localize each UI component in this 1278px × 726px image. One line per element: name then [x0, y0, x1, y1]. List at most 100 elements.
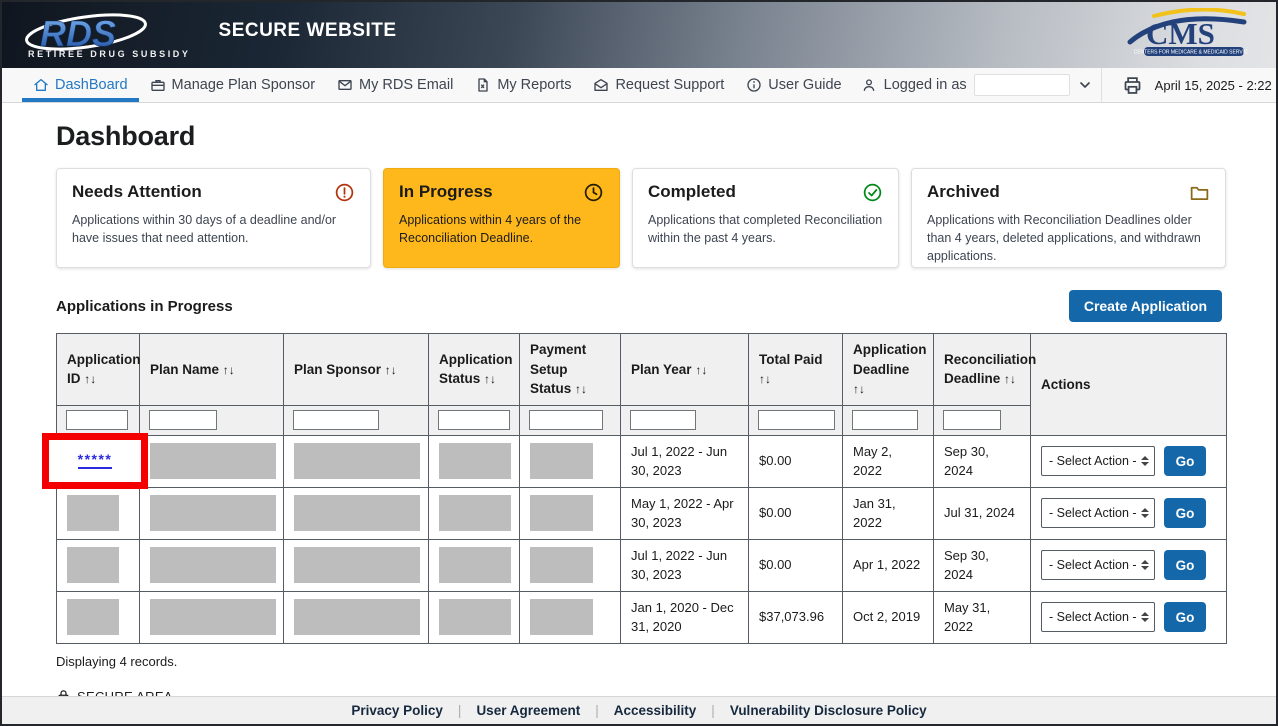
redacted-application-id	[67, 547, 119, 583]
filter-total-paid-input[interactable]	[758, 410, 835, 430]
sort-icon: ↑↓	[853, 382, 865, 396]
card-title: In Progress	[399, 182, 493, 202]
go-button[interactable]: Go	[1164, 498, 1206, 528]
datetime-display: April 15, 2025 - 2:22 PM	[1155, 78, 1278, 93]
column-header-application-deadline[interactable]: Application Deadline ↑↓	[843, 334, 934, 406]
main-content: Dashboard Needs Attention Applications w…	[2, 103, 1276, 696]
column-header-actions: Actions	[1031, 334, 1227, 436]
action-select[interactable]: - Select Action -	[1041, 550, 1155, 580]
select-spinner-icon	[1141, 560, 1149, 570]
cms-logo-subtitle: CENTERS FOR MEDICARE & MEDICAID SERVICES	[1134, 49, 1248, 55]
print-icon[interactable]	[1122, 75, 1143, 96]
card-description: Applications within 30 days of a deadlin…	[72, 212, 355, 248]
table-row: Jul 1, 2022 - Jun 30, 2023 $0.00 Apr 1, …	[57, 539, 1227, 591]
redacted-application-status	[439, 599, 511, 635]
action-select[interactable]: - Select Action -	[1041, 446, 1155, 476]
plan-year-cell: Jul 1, 2022 - Jun 30, 2023	[621, 539, 749, 591]
application-id-link[interactable]: *****	[78, 452, 113, 469]
plan-year-cell: May 1, 2022 - Apr 30, 2023	[621, 487, 749, 539]
filter-payment-setup-status-input[interactable]	[529, 410, 603, 430]
nav-item-request-support[interactable]: Request Support	[582, 68, 735, 102]
clock-icon	[583, 182, 604, 203]
nav-item-label: My RDS Email	[359, 77, 453, 93]
filter-application-id-input[interactable]	[66, 410, 128, 430]
select-spinner-icon	[1141, 612, 1149, 622]
total-paid-cell: $37,073.96	[749, 591, 843, 643]
footer-separator: |	[458, 703, 462, 718]
footer-link-accessibility[interactable]: Accessibility	[614, 703, 697, 718]
site-header: RDS RETIREE DRUG SUBSIDY SECURE WEBSITE …	[2, 2, 1276, 68]
redacted-plan-name	[150, 547, 276, 583]
select-spinner-icon	[1141, 508, 1149, 518]
card-title: Needs Attention	[72, 182, 202, 202]
rds-secure-website-window: RDS RETIREE DRUG SUBSIDY SECURE WEBSITE …	[0, 0, 1278, 726]
nav-item-manage-plan-sponsor[interactable]: Manage Plan Sponsor	[139, 68, 327, 102]
column-header-application-id[interactable]: Application ID ↑↓	[57, 334, 140, 406]
card-title: Completed	[648, 182, 736, 202]
nav-item-my-reports[interactable]: My Reports	[464, 68, 582, 102]
card-completed[interactable]: Completed Applications that completed Re…	[632, 168, 899, 268]
nav-item-label: My Reports	[497, 77, 571, 93]
column-header-plan-year[interactable]: Plan Year ↑↓	[621, 334, 749, 406]
filter-reconciliation-deadline-input[interactable]	[943, 410, 1001, 430]
application-deadline-cell: Oct 2, 2019	[843, 591, 934, 643]
filter-application-deadline-input[interactable]	[852, 410, 918, 430]
card-needs-attention[interactable]: Needs Attention Applications within 30 d…	[56, 168, 371, 268]
column-header-plan-name[interactable]: Plan Name ↑↓	[140, 334, 284, 406]
column-header-plan-sponsor[interactable]: Plan Sponsor ↑↓	[284, 334, 429, 406]
nav-item-user-guide[interactable]: User Guide	[735, 68, 852, 102]
filter-plan-year-input[interactable]	[630, 410, 696, 430]
sort-icon: ↑↓	[223, 363, 235, 377]
nav-item-dashboard[interactable]: DashBoard	[22, 68, 139, 102]
section-title: Applications in Progress	[56, 298, 233, 315]
filter-application-status-input[interactable]	[438, 410, 510, 430]
support-envelope-icon	[593, 77, 609, 93]
redacted-payment-setup-status	[530, 443, 593, 479]
redacted-plan-sponsor	[294, 599, 420, 635]
footer-link-user-agreement[interactable]: User Agreement	[476, 703, 580, 718]
redacted-plan-sponsor	[294, 443, 420, 479]
lock-icon	[56, 689, 71, 696]
go-button[interactable]: Go	[1164, 550, 1206, 580]
filter-plan-sponsor-input[interactable]	[293, 410, 379, 430]
card-description: Applications that completed Reconciliati…	[648, 212, 883, 248]
column-header-application-status[interactable]: Application Status ↑↓	[429, 334, 520, 406]
select-spinner-icon	[1141, 456, 1149, 466]
card-description: Applications with Reconciliation Deadlin…	[927, 212, 1210, 265]
create-application-button[interactable]: Create Application	[1069, 290, 1222, 322]
redacted-payment-setup-status	[530, 495, 593, 531]
envelope-icon	[337, 77, 353, 93]
redacted-application-id	[67, 495, 119, 531]
applications-section-header: Applications in Progress Create Applicat…	[56, 290, 1222, 322]
table-row: ***** Jul 1, 2022 - Jun 30, 2023 $0.00 M…	[57, 435, 1227, 487]
action-select[interactable]: - Select Action -	[1041, 498, 1155, 528]
nav-item-my-rds-email[interactable]: My RDS Email	[326, 68, 464, 102]
redacted-payment-setup-status	[530, 547, 593, 583]
table-row: Jan 1, 2020 - Dec 31, 2020 $37,073.96 Oc…	[57, 591, 1227, 643]
svg-text:CMS: CMS	[1146, 16, 1215, 51]
footer-link-privacy-policy[interactable]: Privacy Policy	[351, 703, 443, 718]
logged-in-user-select[interactable]	[974, 74, 1070, 96]
rds-logo-mark: RDS	[22, 12, 150, 54]
column-header-total-paid[interactable]: Total Paid ↑↓	[749, 334, 843, 406]
footer-link-vulnerability-disclosure[interactable]: Vulnerability Disclosure Policy	[730, 703, 927, 718]
site-label: SECURE WEBSITE	[219, 20, 397, 42]
card-in-progress[interactable]: In Progress Applications within 4 years …	[383, 168, 620, 268]
column-header-reconciliation-deadline[interactable]: Reconciliation Deadline ↑↓	[934, 334, 1031, 406]
go-button[interactable]: Go	[1164, 602, 1206, 632]
redacted-payment-setup-status	[530, 599, 593, 635]
action-select[interactable]: - Select Action -	[1041, 602, 1155, 632]
card-archived[interactable]: Archived Applications with Reconciliatio…	[911, 168, 1226, 268]
redacted-plan-name	[150, 599, 276, 635]
site-footer: Privacy Policy| User Agreement| Accessib…	[2, 696, 1276, 724]
alert-circle-icon	[334, 182, 355, 203]
applications-table: Application ID ↑↓ Plan Name ↑↓ Plan Spon…	[56, 333, 1227, 644]
chevron-down-icon	[1077, 77, 1093, 93]
sort-icon: ↑↓	[1004, 372, 1016, 386]
column-header-payment-setup-status[interactable]: Payment Setup Status ↑↓	[520, 334, 621, 406]
go-button[interactable]: Go	[1164, 446, 1206, 476]
redacted-application-id	[67, 599, 119, 635]
filter-plan-name-input[interactable]	[149, 410, 217, 430]
status-cards: Needs Attention Applications within 30 d…	[56, 168, 1222, 268]
redacted-application-status	[439, 547, 511, 583]
